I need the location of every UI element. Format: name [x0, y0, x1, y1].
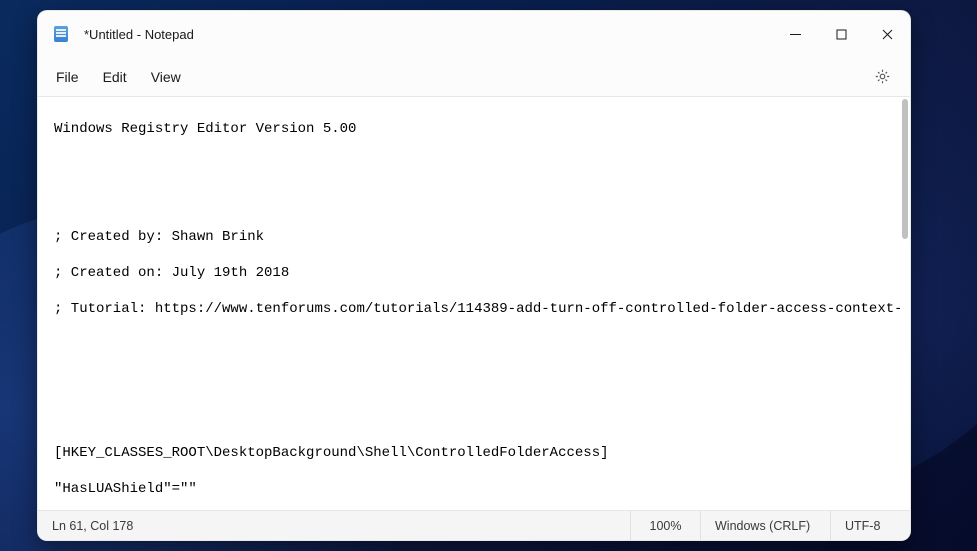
close-icon	[882, 29, 893, 40]
window-controls	[772, 11, 910, 57]
menu-view[interactable]: View	[139, 63, 193, 91]
settings-button[interactable]	[864, 59, 900, 95]
menubar: File Edit View	[38, 57, 910, 97]
minimize-button[interactable]	[772, 11, 818, 57]
status-zoom[interactable]: 100%	[630, 511, 700, 540]
notepad-icon	[52, 25, 70, 43]
maximize-button[interactable]	[818, 11, 864, 57]
status-position: Ln 61, Col 178	[38, 511, 148, 540]
titlebar[interactable]: *Untitled - Notepad	[38, 11, 910, 57]
status-line-ending: Windows (CRLF)	[700, 511, 830, 540]
text-editor[interactable]: Windows Registry Editor Version 5.00 ; C…	[38, 97, 900, 510]
scroll-thumb[interactable]	[902, 99, 908, 239]
menu-file[interactable]: File	[44, 63, 91, 91]
status-encoding: UTF-8	[830, 511, 910, 540]
statusbar: Ln 61, Col 178 100% Windows (CRLF) UTF-8	[38, 510, 910, 540]
gear-icon	[874, 68, 891, 85]
editor-area: Windows Registry Editor Version 5.00 ; C…	[38, 97, 910, 510]
menu-edit[interactable]: Edit	[91, 63, 139, 91]
maximize-icon	[836, 29, 847, 40]
close-button[interactable]	[864, 11, 910, 57]
minimize-icon	[790, 29, 801, 40]
notepad-window: *Untitled - Notepad File Edit View	[37, 10, 911, 541]
window-title: *Untitled - Notepad	[84, 27, 194, 42]
vertical-scrollbar[interactable]	[900, 97, 910, 510]
